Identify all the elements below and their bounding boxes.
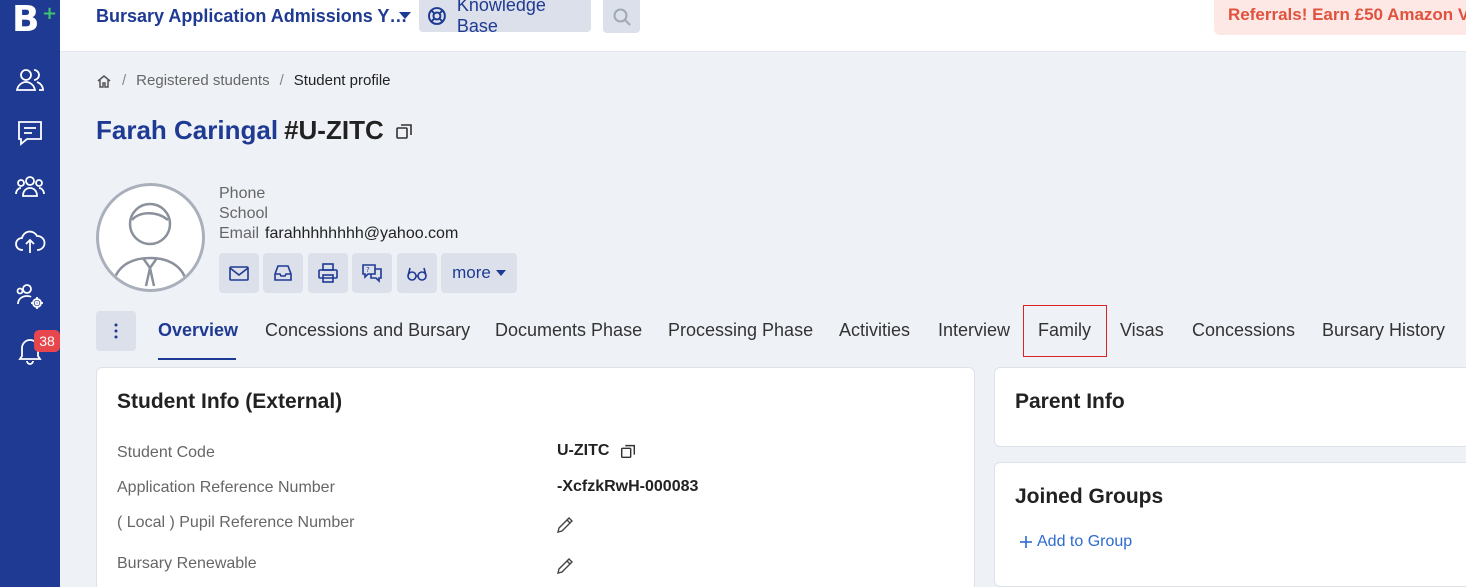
field-label: ( Local ) Pupil Reference Number: [117, 514, 355, 531]
breadcrumb-separator: /: [122, 72, 127, 89]
search-icon: [613, 8, 631, 26]
user-settings-icon[interactable]: [8, 276, 52, 316]
family-tab-highlight: [1023, 305, 1107, 357]
email-value[interactable]: farahhhhhhhh@yahoo.com: [265, 225, 458, 242]
copy-icon[interactable]: [394, 121, 414, 141]
logo-plus: +: [42, 3, 58, 24]
chevron-down-icon: [495, 270, 506, 276]
svg-text:?: ?: [366, 266, 370, 274]
active-tab-indicator: [158, 358, 236, 360]
messages-icon[interactable]: [8, 113, 52, 153]
pencil-icon[interactable]: [555, 515, 575, 535]
card-title: Student Info (External): [117, 390, 343, 413]
breadcrumb: / Registered students / Student profile: [96, 72, 391, 89]
chat-help-button[interactable]: ?: [352, 253, 392, 293]
school-label: School: [219, 205, 268, 222]
upload-icon[interactable]: [8, 222, 52, 262]
email-row: Email farahhhhhhhh@yahoo.com: [219, 225, 458, 243]
card-title: Joined Groups: [1015, 485, 1164, 508]
field-value: -XcfzkRwH-000083: [557, 478, 698, 496]
tab-visas[interactable]: Visas: [1120, 320, 1164, 341]
printer-icon: [318, 263, 338, 283]
person-placeholder-icon: [111, 202, 189, 287]
joined-groups-card: Joined Groups Add to Group: [994, 462, 1466, 587]
logo-letter: B: [12, 0, 40, 40]
lifebuoy-icon: [427, 7, 446, 25]
add-to-group-label: Add to Group: [1037, 533, 1133, 550]
more-label: more: [452, 263, 491, 282]
kebab-menu-icon: [114, 323, 118, 339]
inbox-button[interactable]: [263, 253, 303, 293]
breadcrumb-current: Student profile: [293, 72, 391, 89]
student-code: #U-ZITC: [284, 115, 384, 145]
breadcrumb-registered-students[interactable]: Registered students: [136, 72, 269, 89]
view-button[interactable]: [397, 253, 437, 293]
field-label: Bursary Renewable: [117, 555, 257, 572]
tab-activities[interactable]: Activities: [839, 320, 910, 341]
print-button[interactable]: [308, 253, 348, 293]
field-label: Student Code: [117, 444, 215, 461]
search-button[interactable]: [603, 0, 640, 33]
inbox-icon: [274, 265, 292, 281]
envelope-icon: [229, 266, 249, 281]
sidebar: B + 38: [0, 0, 60, 587]
student-name: Farah Caringal: [96, 115, 279, 145]
tab-concessions-and-bursary[interactable]: Concessions and Bursary: [265, 320, 470, 341]
tab-interview[interactable]: Interview: [938, 320, 1010, 341]
home-icon[interactable]: [96, 73, 112, 89]
avatar[interactable]: [96, 183, 205, 292]
student-code-value: U-ZITC: [557, 442, 637, 460]
app-selector[interactable]: Bursary Application Admissions Y…: [96, 6, 407, 27]
tab-bursary-history[interactable]: Bursary History: [1322, 320, 1445, 341]
field-value: U-ZITC: [557, 442, 610, 459]
page-title: Farah Caringal #U-ZITC: [96, 115, 414, 146]
add-to-group-link[interactable]: Add to Group: [1019, 533, 1132, 551]
contacts-icon[interactable]: [8, 60, 52, 100]
phone-label: Phone: [219, 185, 266, 202]
email-label: Email: [219, 225, 260, 242]
breadcrumb-separator: /: [279, 72, 284, 89]
send-email-button[interactable]: [219, 253, 259, 293]
field-label: Application Reference Number: [117, 479, 335, 496]
student-info-card: Student Info (External) Student Code U-Z…: [96, 367, 975, 587]
app-logo[interactable]: B +: [12, 0, 57, 40]
top-bar: Bursary Application Admissions Y… Knowle…: [60, 0, 1466, 52]
tab-concessions[interactable]: Concessions: [1192, 320, 1295, 341]
students-icon[interactable]: [8, 167, 52, 207]
card-title: Parent Info: [1015, 390, 1125, 413]
copy-icon[interactable]: [619, 442, 637, 460]
plus-icon: [1020, 536, 1032, 548]
more-button[interactable]: more: [441, 253, 517, 293]
tab-overview[interactable]: Overview: [158, 320, 238, 341]
tabs-menu-button[interactable]: [96, 311, 136, 351]
referral-banner[interactable]: Referrals! Earn £50 Amazon Voucher: [1214, 0, 1466, 35]
chat-question-icon: ?: [362, 264, 382, 283]
knowledge-base-button[interactable]: Knowledge Base: [419, 0, 591, 36]
application-reference-value: -XcfzkRwH-000083: [557, 478, 699, 495]
tab-processing-phase[interactable]: Processing Phase: [668, 320, 813, 341]
pencil-icon[interactable]: [555, 556, 575, 576]
tab-documents-phase[interactable]: Documents Phase: [495, 320, 642, 341]
parent-info-card: Parent Info: [994, 367, 1466, 447]
knowledge-base-label: Knowledge Base: [456, 0, 546, 36]
notification-badge: 38: [34, 330, 60, 352]
chevron-down-icon[interactable]: [399, 12, 411, 19]
glasses-icon: [407, 267, 427, 281]
